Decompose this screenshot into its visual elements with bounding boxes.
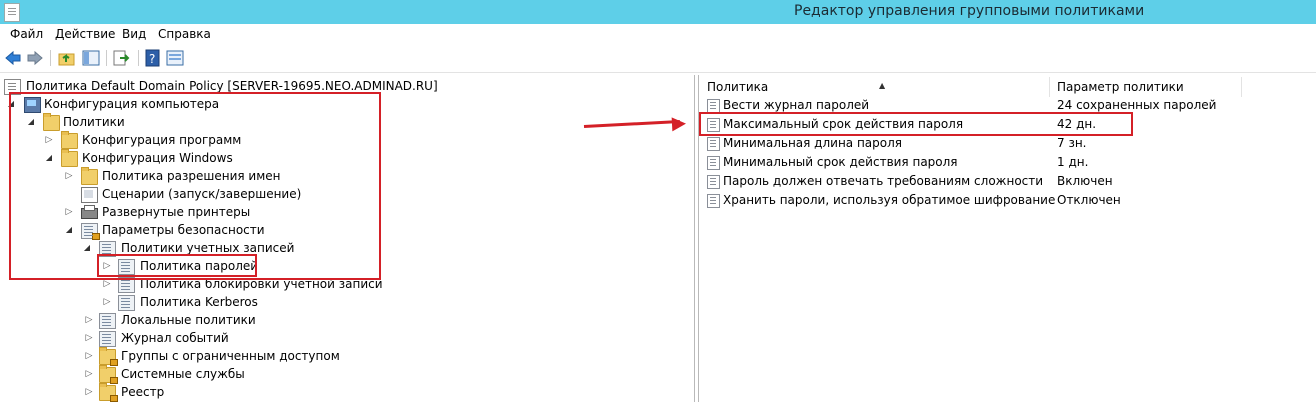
collapse-arrow-icon[interactable] [84,383,94,401]
policy-icon [707,99,720,113]
collapse-arrow-icon[interactable] [84,347,94,365]
sort-arrow-icon: ▲ [879,81,886,90]
menu-bar: Файл Действие Вид Справка [0,24,1316,44]
annotation-arrow-head [671,116,687,132]
export-list-icon[interactable] [112,49,130,67]
list-item[interactable]: Минимальная длина пароля 7 зн. [699,134,1316,153]
up-folder-icon[interactable] [58,49,76,67]
folder-lock-icon [99,365,118,384]
collapse-arrow-icon[interactable] [84,311,94,329]
collapse-arrow-icon[interactable] [84,329,94,347]
show-hide-tree-icon[interactable] [82,49,100,67]
app-icon [4,3,20,22]
folder-lock-icon [99,383,118,402]
forward-icon[interactable] [26,49,44,67]
toolbar: ? [0,44,1316,73]
highlight-box-max-age [699,112,1133,136]
help-icon[interactable]: ? [144,49,162,67]
policy-icon [707,137,720,151]
menu-action[interactable]: Действие [55,27,115,41]
list-icon [99,313,116,329]
list-pane: Политика ▲ Параметр политики Вести журна… [698,75,1316,402]
column-divider[interactable] [1049,77,1050,97]
toolbar-separator [138,50,139,66]
svg-text:?: ? [149,52,155,66]
menu-help[interactable]: Справка [158,27,211,41]
collapse-arrow-icon[interactable] [102,293,112,311]
toolbar-separator [106,50,107,66]
list-item[interactable]: Хранить пароли, используя обратимое шифр… [699,191,1316,210]
highlight-box-password-policy [97,254,257,277]
list-item[interactable]: Пароль должен отвечать требованиям сложн… [699,172,1316,191]
policy-icon [707,175,720,189]
collapse-arrow-icon[interactable] [84,365,94,383]
window-title: Редактор управления групповыми политикам… [794,3,1145,19]
title-bar: Редактор управления групповыми политикам… [0,0,1316,24]
column-header-setting[interactable]: Параметр политики [1057,78,1184,96]
properties-icon[interactable] [166,49,184,67]
column-divider[interactable] [1241,77,1242,97]
menu-file[interactable]: Файл [10,27,43,41]
folder-lock-icon [99,347,118,366]
menu-view[interactable]: Вид [122,27,146,41]
policy-icon [707,194,720,208]
list-icon [99,331,116,347]
highlight-box-tree [9,92,381,280]
list-item[interactable]: Минимальный срок действия пароля 1 дн. [699,153,1316,172]
column-header-policy[interactable]: Политика ▲ [707,78,885,96]
list-icon [118,295,135,311]
back-icon[interactable] [4,49,22,67]
policy-icon [707,156,720,170]
toolbar-separator [50,50,51,66]
